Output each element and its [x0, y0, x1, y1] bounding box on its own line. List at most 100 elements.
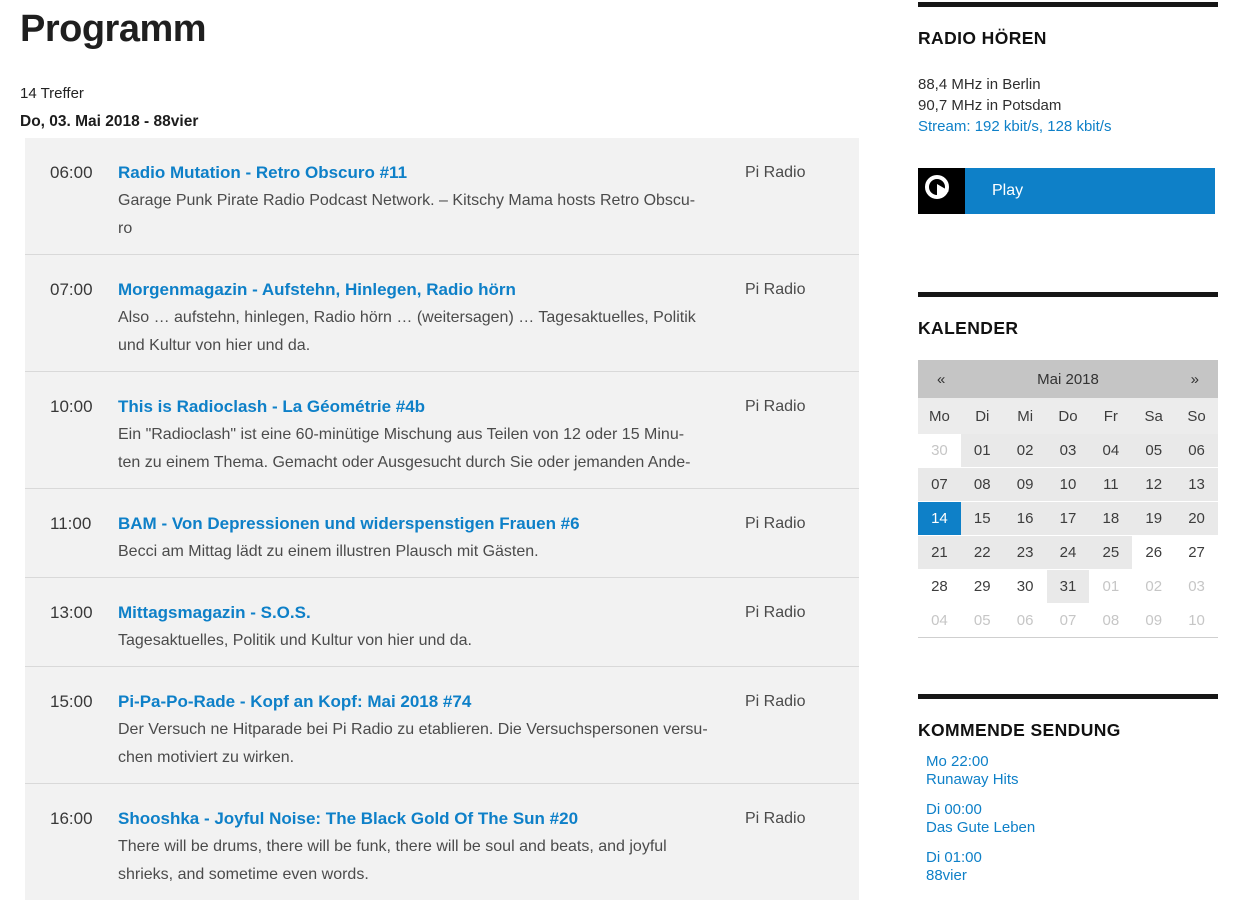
upcoming-show-time-link[interactable]: Di 01:00 [926, 849, 1218, 867]
upcoming-show-name-link[interactable]: Runaway Hits [926, 771, 1218, 789]
upcoming-show-time-link[interactable]: Mo 22:00 [926, 753, 1218, 771]
program-description: Also … aufstehn, hinlegen, Radio hörn … … [118, 304, 745, 360]
program-description: There will be drums, there will be funk,… [118, 833, 745, 889]
program-row: 06:00 Radio Mutation - Retro Obscuro #11… [25, 138, 859, 254]
calendar-day: 26 [1132, 536, 1175, 569]
calendar-day[interactable]: 12 [1132, 468, 1175, 501]
calendar-day: 05 [961, 604, 1004, 637]
calendar-day[interactable]: 04 [1089, 434, 1132, 467]
program-time: 07:00 [50, 276, 118, 360]
calendar-day[interactable]: 06 [1175, 434, 1218, 467]
program-station: Pi Radio [745, 805, 805, 889]
program-list: 06:00 Radio Mutation - Retro Obscuro #11… [25, 138, 859, 900]
calendar-day[interactable]: 25 [1089, 536, 1132, 569]
calendar-weekday-label: So [1175, 408, 1218, 425]
frequency-info: 88,4 MHz in Berlin 90,7 MHz in Potsdam S… [918, 74, 1218, 137]
stream-192-link[interactable]: 192 kbit/s [975, 118, 1039, 135]
play-icon [918, 168, 965, 214]
program-row-main: Mittagsmagazin - S.O.S. Tagesaktuelles, … [118, 599, 745, 655]
calendar-next-button[interactable]: » [1172, 371, 1218, 388]
calendar-day[interactable]: 18 [1089, 502, 1132, 535]
program-row-main: Shooshka - Joyful Noise: The Black Gold … [118, 805, 745, 889]
calendar-day[interactable]: 07 [918, 468, 961, 501]
calendar-day[interactable]: 01 [961, 434, 1004, 467]
frequency-potsdam: 90,7 MHz in Potsdam [918, 95, 1218, 116]
program-station: Pi Radio [745, 688, 805, 772]
calendar-day[interactable]: 09 [1004, 468, 1047, 501]
day-heading: Do, 03. Mai 2018 - 88vier [20, 114, 865, 130]
calendar-day[interactable]: 21 [918, 536, 961, 569]
program-row-main: Morgenmagazin - Aufstehn, Hinlegen, Radi… [118, 276, 745, 360]
calendar-day[interactable]: 14 [918, 502, 961, 535]
program-title-link[interactable]: Mittagsmagazin - S.O.S. [118, 599, 745, 627]
calendar-day: 07 [1047, 604, 1090, 637]
program-row: 11:00 BAM - Von Depressionen und widersp… [25, 488, 859, 577]
section-divider-bar [918, 694, 1218, 699]
program-title-link[interactable]: BAM - Von Depressionen und widerspenstig… [118, 510, 745, 538]
calendar-day[interactable]: 16 [1004, 502, 1047, 535]
upcoming-show-name-link[interactable]: Das Gute Leben [926, 819, 1218, 837]
calendar-day: 30 [918, 434, 961, 467]
calendar-weekday-row: Mo Di Mi Do Fr Sa So [918, 398, 1218, 434]
calendar-day[interactable]: 08 [961, 468, 1004, 501]
program-row-main: BAM - Von Depressionen und widerspenstig… [118, 510, 745, 566]
calendar-day: 01 [1089, 570, 1132, 603]
kalender-heading: KALENDER [918, 318, 1218, 338]
program-title-link[interactable]: Pi-Pa-Po-Rade - Kopf an Kopf: Mai 2018 #… [118, 688, 745, 716]
calendar-weekday-label: Mi [1004, 408, 1047, 425]
calendar-day: 28 [918, 570, 961, 603]
calendar-month-label: Mai 2018 [964, 371, 1172, 388]
calendar-day[interactable]: 24 [1047, 536, 1090, 569]
calendar-day[interactable]: 11 [1089, 468, 1132, 501]
calendar-day[interactable]: 20 [1175, 502, 1218, 535]
calendar-day[interactable]: 15 [961, 502, 1004, 535]
calendar-weekday-label: Fr [1089, 408, 1132, 425]
program-time: 06:00 [50, 159, 118, 243]
calendar-day[interactable]: 22 [961, 536, 1004, 569]
calendar-day[interactable]: 17 [1047, 502, 1090, 535]
calendar-day[interactable]: 10 [1047, 468, 1090, 501]
calendar-day[interactable]: 05 [1132, 434, 1175, 467]
calendar-day: 09 [1132, 604, 1175, 637]
program-title-link[interactable]: Morgenmagazin - Aufstehn, Hinlegen, Radi… [118, 276, 745, 304]
calendar-weekday-label: Do [1047, 408, 1090, 425]
program-station: Pi Radio [745, 393, 805, 477]
results-count: 14 Treffer [20, 86, 865, 102]
program-description: Tagesaktuelles, Politik und Kultur von h… [118, 627, 745, 655]
play-circle-ring [925, 175, 949, 199]
calendar-day: 04 [918, 604, 961, 637]
section-divider-bar [918, 292, 1218, 297]
upcoming-show-time-link[interactable]: Di 00:00 [926, 801, 1218, 819]
upcoming-show: Mo 22:00 Runaway Hits [918, 753, 1218, 788]
program-time: 16:00 [50, 805, 118, 889]
program-station: Pi Radio [745, 276, 805, 360]
calendar-day[interactable]: 31 [1047, 570, 1090, 603]
program-title-link[interactable]: This is Radioclash - La Géométrie #4b [118, 393, 745, 421]
play-button[interactable]: Play [918, 168, 1215, 214]
calendar-day: 27 [1175, 536, 1218, 569]
program-station: Pi Radio [745, 599, 805, 655]
program-title-link[interactable]: Shooshka - Joyful Noise: The Black Gold … [118, 805, 745, 833]
program-title-link[interactable]: Radio Mutation - Retro Obscuro #11 [118, 159, 745, 187]
radio-hoeren-heading: RADIO HÖREN [918, 28, 1218, 48]
calendar-day[interactable]: 19 [1132, 502, 1175, 535]
stream-128-link[interactable]: 128 kbit/s [1047, 118, 1111, 135]
program-row: 13:00 Mittagsmagazin - S.O.S. Tagesaktue… [25, 577, 859, 666]
upcoming-show-name-link[interactable]: 88vier [926, 867, 1218, 885]
calendar-day[interactable]: 03 [1047, 434, 1090, 467]
sidebar: RADIO HÖREN 88,4 MHz in Berlin 90,7 MHz … [918, 0, 1218, 884]
program-row: 10:00 This is Radioclash - La Géométrie … [25, 371, 859, 488]
calendar-prev-button[interactable]: « [918, 371, 964, 388]
program-row: 07:00 Morgenmagazin - Aufstehn, Hinlegen… [25, 254, 859, 371]
kommende-sendung-heading: KOMMENDE SENDUNG [918, 720, 1218, 740]
program-station: Pi Radio [745, 159, 805, 243]
calendar-day[interactable]: 02 [1004, 434, 1047, 467]
calendar-day: 10 [1175, 604, 1218, 637]
page-title: Programm [20, 6, 865, 52]
frequency-berlin: 88,4 MHz in Berlin [918, 74, 1218, 95]
calendar-day[interactable]: 23 [1004, 536, 1047, 569]
upcoming-show: Di 00:00 Das Gute Leben [918, 801, 1218, 836]
calendar-day[interactable]: 13 [1175, 468, 1218, 501]
calendar-weekday-label: Di [961, 408, 1004, 425]
calendar-day: 03 [1175, 570, 1218, 603]
